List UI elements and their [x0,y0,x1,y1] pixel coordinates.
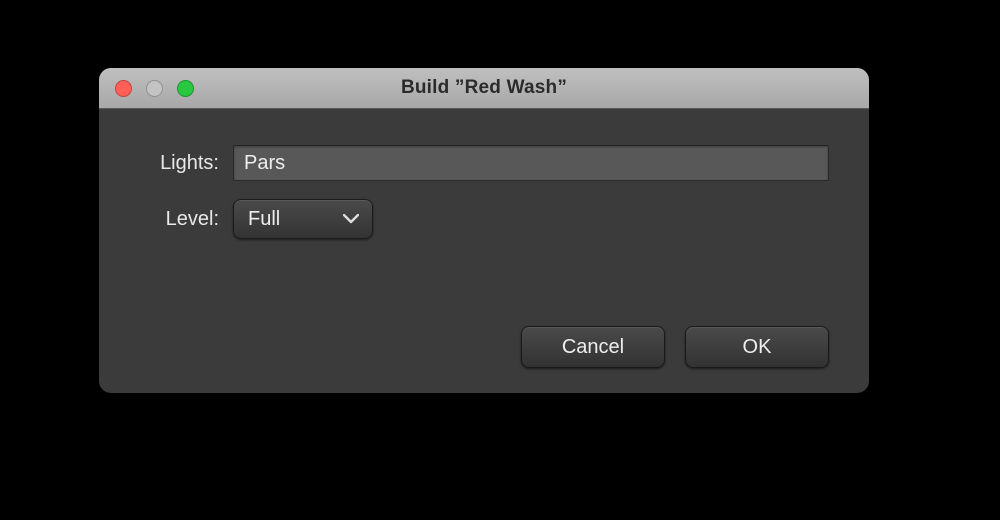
ok-button[interactable]: OK [685,326,829,368]
lights-label: Lights: [139,152,219,175]
titlebar: Build ”Red Wash” [99,68,869,109]
lights-input[interactable] [233,145,829,181]
dialog-window: Build ”Red Wash” Lights: Level: Full Can… [99,68,869,393]
close-icon[interactable] [115,80,132,97]
zoom-icon[interactable] [177,80,194,97]
minimize-icon[interactable] [146,80,163,97]
level-select-button[interactable]: Full [233,199,373,239]
level-row: Level: Full [139,199,829,239]
window-title: Build ”Red Wash” [99,77,869,99]
dialog-body: Lights: Level: Full Cancel OK [99,109,869,393]
level-select-value: Full [248,208,280,230]
traffic-lights [99,68,194,108]
cancel-button[interactable]: Cancel [521,326,665,368]
level-label: Level: [139,208,219,231]
lights-row: Lights: [139,145,829,181]
level-select[interactable]: Full [233,199,373,239]
dialog-buttons: Cancel OK [521,326,829,368]
